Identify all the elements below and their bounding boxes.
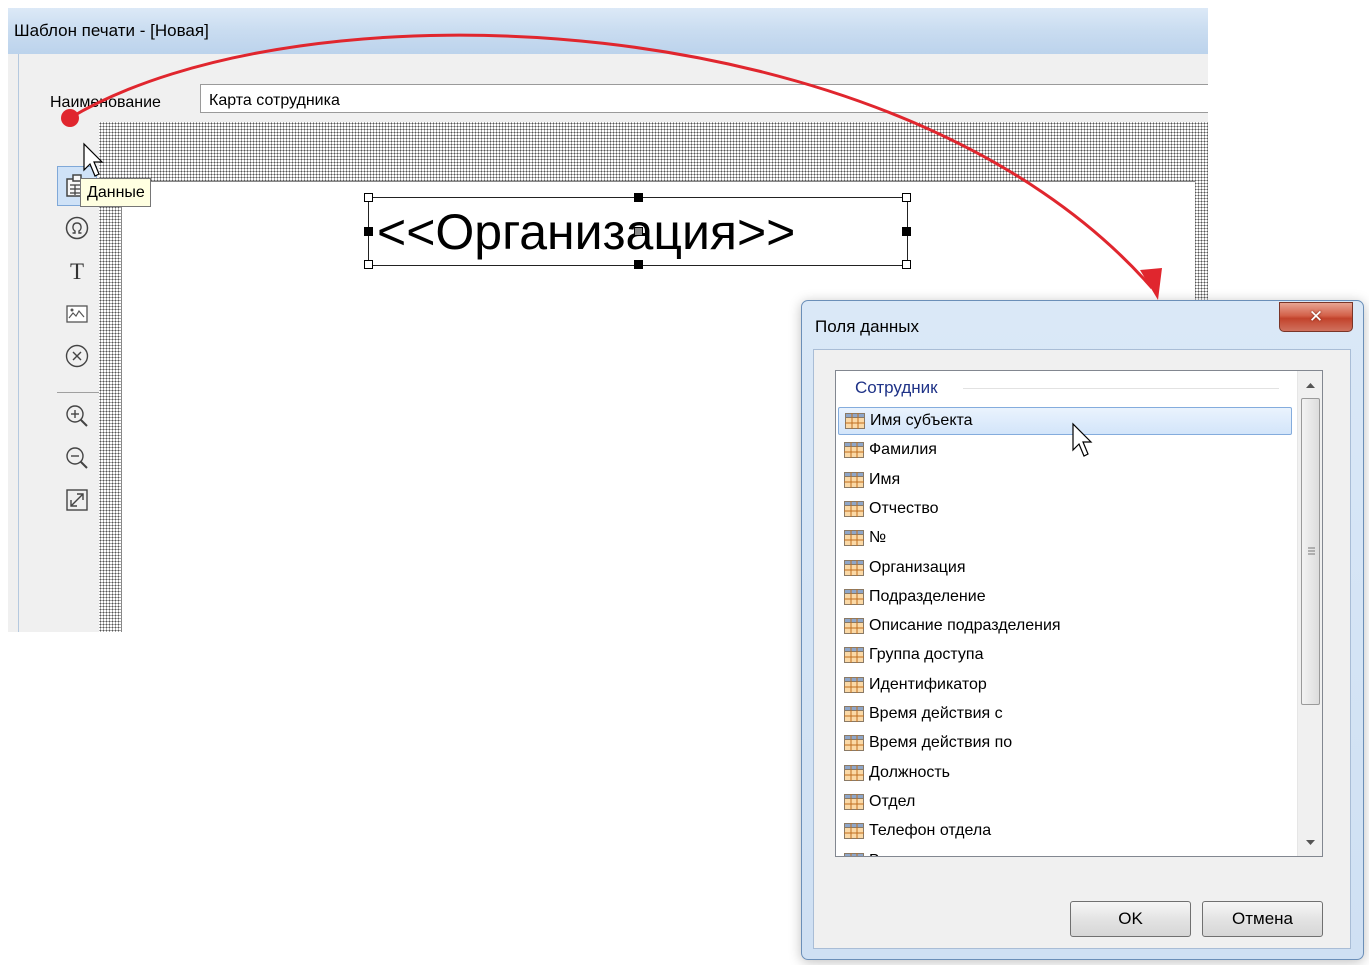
resize-handle-bl[interactable] <box>364 260 373 269</box>
list-item-label: Идентификатор <box>869 675 987 693</box>
list-item[interactable]: Подразделение <box>838 583 1292 611</box>
name-input[interactable] <box>200 84 1208 113</box>
zoom-in-button[interactable] <box>57 396 97 436</box>
move-handle-center[interactable] <box>634 227 643 236</box>
resize-handle-tc[interactable] <box>634 193 643 202</box>
ok-button[interactable]: OK <box>1070 901 1191 937</box>
field-text: <<Организация>> <box>377 204 796 260</box>
dialog-close-button[interactable]: ✕ <box>1279 302 1353 332</box>
table-field-icon <box>844 647 864 664</box>
list-item-label: № <box>869 529 887 547</box>
table-field-icon <box>844 471 864 488</box>
table-field-icon <box>844 500 864 517</box>
list-item[interactable]: Описание подразделения <box>838 612 1292 640</box>
list-item-label: Время действия по <box>869 734 1013 752</box>
table-field-icon <box>844 706 864 722</box>
omega-icon <box>65 216 89 240</box>
list-item-label: Отчество <box>869 499 939 517</box>
table-field-icon <box>844 676 864 693</box>
table-field-icon <box>844 823 864 840</box>
list-item[interactable]: Имя <box>838 466 1292 494</box>
zoom-in-icon <box>66 405 88 427</box>
list-item[interactable]: Фамилия <box>838 436 1292 464</box>
grip-icon <box>1308 547 1315 555</box>
close-icon: ✕ <box>1308 307 1324 326</box>
list-item[interactable]: Время действия по <box>838 729 1292 757</box>
text-icon: T <box>69 259 85 284</box>
image-icon <box>66 305 88 323</box>
window-title: Шаблон печати - [Новая] <box>14 21 209 40</box>
list-item[interactable]: В <box>838 847 1292 857</box>
list-item[interactable]: Время действия с <box>838 700 1292 728</box>
data-tooltip: Данные <box>80 178 151 207</box>
list-item[interactable]: Телефон отдела <box>838 817 1292 845</box>
scroll-down-icon[interactable] <box>1298 833 1323 853</box>
resize-handle-mr[interactable] <box>902 227 911 236</box>
list-item-label: Имя <box>869 470 901 488</box>
text-button[interactable]: T <box>57 252 97 292</box>
vertical-scrollbar[interactable] <box>1297 371 1322 856</box>
list-item-label: Отдел <box>869 792 916 810</box>
list-item[interactable]: Группа доступа <box>838 641 1292 669</box>
list-item-label: Группа доступа <box>869 646 984 664</box>
table-field-icon <box>844 618 864 635</box>
data-fields-dialog: Поля данных ✕ Сотрудник Имя субъекта Фами… <box>801 300 1364 960</box>
scroll-thumb[interactable] <box>1301 398 1320 705</box>
list-item-label: Телефон отдела <box>869 822 992 840</box>
table-field-icon <box>844 588 864 605</box>
table-field-icon <box>844 735 864 752</box>
resize-handle-br[interactable] <box>902 260 911 269</box>
group-header-employee: Сотрудник <box>855 378 938 397</box>
list-item-label: Организация <box>869 558 966 576</box>
list-item-label: Фамилия <box>869 441 937 459</box>
table-field-icon <box>844 764 864 781</box>
scroll-up-icon[interactable] <box>1298 375 1323 395</box>
table-field-icon <box>844 530 864 547</box>
table-field-icon <box>844 793 864 810</box>
delete-icon <box>65 344 89 368</box>
dialog-client-area: Сотрудник Имя субъекта Фамилия Имя Отчество… <box>813 349 1351 949</box>
resize-handle-bc[interactable] <box>634 260 643 269</box>
list-item-label: Время действия с <box>869 705 1003 722</box>
table-field-icon <box>845 413 865 429</box>
delete-button[interactable] <box>57 336 97 376</box>
list-item[interactable]: Организация <box>838 554 1292 582</box>
resize-handle-tl[interactable] <box>364 193 373 202</box>
list-item[interactable]: Идентификатор <box>838 671 1292 699</box>
zoom-out-button[interactable] <box>57 438 97 478</box>
resize-handle-ml[interactable] <box>364 227 373 236</box>
name-label: Наименование <box>50 94 161 111</box>
list-item[interactable]: Отчество <box>838 495 1292 523</box>
list-item-label: Имя субъекта <box>870 412 973 429</box>
fit-icon <box>66 489 88 511</box>
table-field-icon <box>844 852 864 856</box>
list-item[interactable]: Имя субъекта <box>838 407 1292 435</box>
table-field-icon <box>844 559 864 576</box>
list-item-label: В <box>869 852 880 857</box>
zoom-out-icon <box>66 447 88 469</box>
image-button[interactable] <box>57 294 97 334</box>
list-item-label: Должность <box>869 763 950 781</box>
organization-field[interactable]: <<Организация>> <box>364 193 911 269</box>
resize-handle-tr[interactable] <box>902 193 911 202</box>
list-item-label: Описание подразделения <box>869 617 1061 635</box>
table-field-icon <box>844 442 864 459</box>
dialog-title: Поля данных <box>815 317 920 336</box>
title-bar: Шаблон печати - [Новая] <box>8 8 1208 54</box>
fit-button[interactable] <box>57 480 97 520</box>
list-item-label: Подразделение <box>869 587 986 605</box>
symbol-button[interactable] <box>57 208 97 248</box>
cancel-button[interactable]: Отмена <box>1202 901 1323 937</box>
list-item[interactable]: № <box>838 524 1292 552</box>
list-item[interactable]: Отдел <box>838 788 1292 816</box>
data-fields-list[interactable]: Сотрудник Имя субъекта Фамилия Имя Отчество… <box>835 370 1323 857</box>
list-item[interactable]: Должность <box>838 759 1292 787</box>
group-divider <box>963 388 1279 389</box>
toolbar-separator <box>57 392 99 393</box>
